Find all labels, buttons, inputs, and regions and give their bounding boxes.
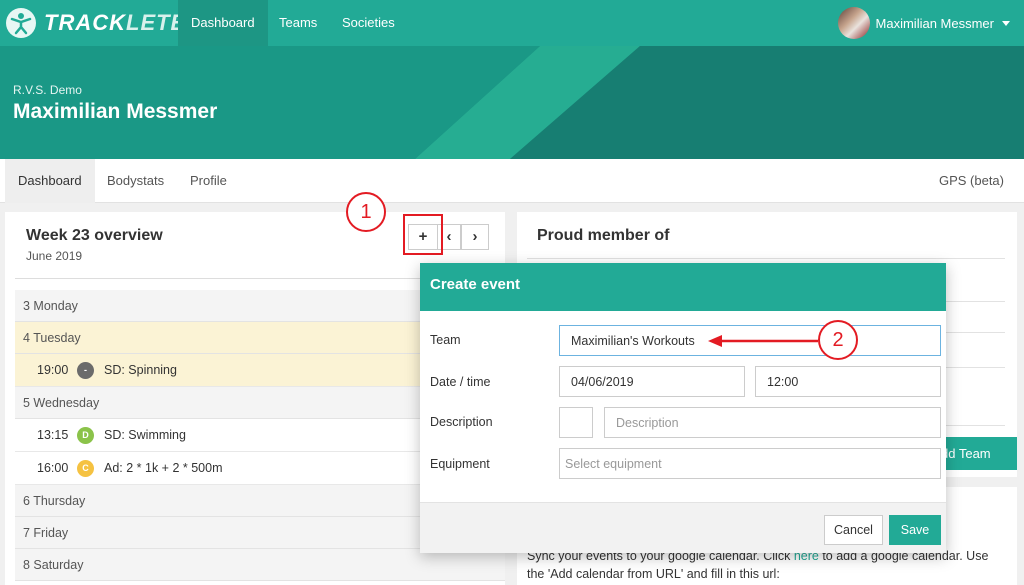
- equipment-label: Equipment: [430, 457, 490, 471]
- divider: [527, 258, 1005, 259]
- nav-teams[interactable]: Teams: [266, 0, 330, 46]
- date-field[interactable]: [559, 366, 745, 397]
- event-title: SD: Swimming: [104, 427, 186, 442]
- save-button[interactable]: Save: [889, 515, 941, 545]
- user-menu[interactable]: Maximilian Messmer: [837, 7, 1010, 39]
- user-name: Maximilian Messmer: [875, 15, 994, 31]
- organization-name: R.V.S. Demo: [13, 83, 82, 97]
- annotation-highlight-box: [403, 214, 443, 255]
- proud-member-title: Proud member of: [537, 227, 670, 244]
- event-time: 16:00: [37, 460, 69, 475]
- equipment-select[interactable]: [559, 448, 941, 479]
- datetime-label: Date / time: [430, 375, 491, 389]
- tab-bodystats[interactable]: Bodystats: [94, 159, 177, 203]
- event-time: 13:15: [37, 427, 69, 442]
- event-badge: D: [77, 426, 94, 444]
- athlete-name: Maximilian Messmer: [13, 100, 218, 123]
- logo-text: TRACKLETE: [44, 10, 187, 35]
- avatar: [837, 7, 870, 39]
- time-field[interactable]: [755, 366, 941, 397]
- team-label: Team: [430, 333, 461, 347]
- add-team-button[interactable]: dd Team: [935, 437, 1017, 470]
- top-navbar: TRACKLETE Dashboard Teams Societies Maxi…: [0, 0, 1024, 46]
- event-badge: -: [77, 361, 94, 379]
- modal-title: Create event: [420, 263, 946, 311]
- tab-gps[interactable]: GPS (beta): [939, 159, 1004, 203]
- logo-icon: [6, 8, 36, 38]
- caret-down-icon: [1002, 20, 1010, 26]
- week-title: Week 23 overview: [26, 227, 163, 244]
- color-picker[interactable]: [559, 407, 593, 438]
- modal-footer: Cancel Save: [420, 502, 946, 553]
- profile-tabs: Dashboard Bodystats Profile GPS (beta): [0, 159, 1024, 203]
- description-field[interactable]: [604, 407, 941, 438]
- event-badge: C: [77, 459, 94, 477]
- app-logo[interactable]: TRACKLETE: [6, 7, 186, 39]
- nav-societies[interactable]: Societies: [329, 0, 408, 46]
- event-time: 19:00: [37, 362, 69, 377]
- day-row: 8 Saturday: [15, 549, 505, 581]
- annotation-arrow: [708, 335, 818, 347]
- cancel-button[interactable]: Cancel: [824, 515, 883, 545]
- annotation-step-2: 2: [818, 320, 858, 360]
- month-label: June 2019: [26, 249, 83, 263]
- create-event-modal: Create event Team Date / time Descriptio…: [420, 263, 946, 553]
- annotation-step-1: 1: [346, 192, 386, 232]
- next-week-button[interactable]: ›: [461, 224, 489, 250]
- event-title: Ad: 2 * 1k + 2 * 500m: [104, 460, 223, 475]
- nav-dashboard[interactable]: Dashboard: [178, 0, 268, 46]
- tab-dashboard[interactable]: Dashboard: [5, 159, 95, 203]
- description-label: Description: [430, 415, 493, 429]
- event-title: SD: Spinning: [104, 362, 177, 377]
- tab-profile[interactable]: Profile: [177, 159, 240, 203]
- profile-hero: R.V.S. Demo Maximilian Messmer: [0, 46, 1024, 159]
